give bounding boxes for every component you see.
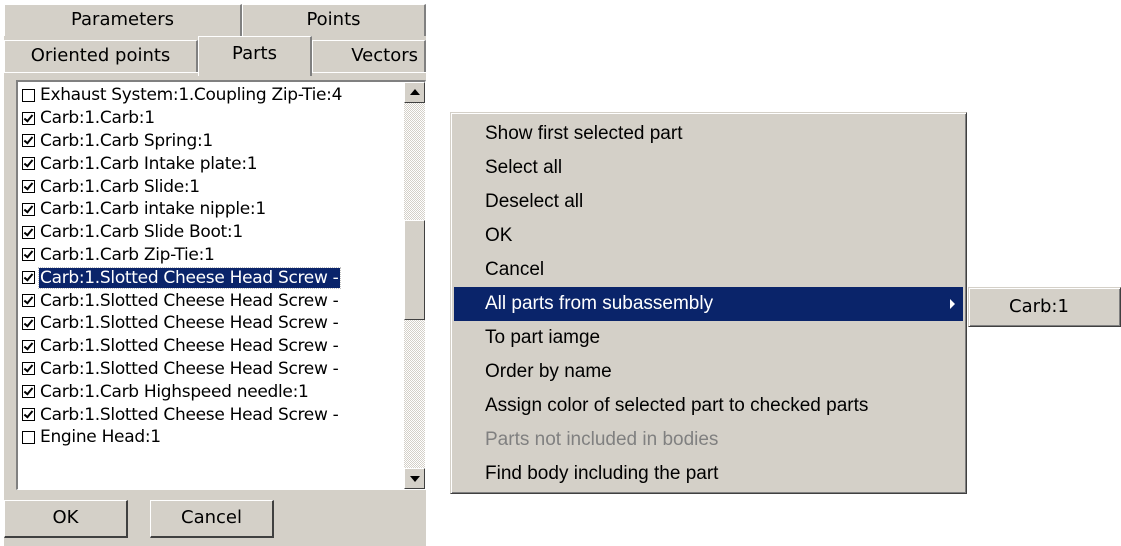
ok-button[interactable]: OK — [4, 500, 128, 538]
checkbox[interactable] — [22, 294, 35, 308]
list-item[interactable]: Carb:1.Slotted Cheese Head Screw - — [18, 335, 399, 358]
tab-baseline-left — [4, 72, 198, 73]
checkbox[interactable] — [22, 430, 35, 444]
parts-list-scrollbar[interactable] — [404, 82, 425, 489]
menu-item-label: Find body including the part — [485, 463, 719, 484]
list-item-label: Carb:1.Carb Slide:1 — [40, 176, 200, 197]
list-item-label: Carb:1.Slotted Cheese Head Screw - — [38, 266, 341, 289]
parts-list: Exhaust System:1.Coupling Zip-Tie:4 Carb:… — [18, 84, 399, 449]
parts-listbox[interactable]: Exhaust System:1.Coupling Zip-Tie:4 Carb:… — [16, 80, 426, 490]
list-item[interactable]: Carb:1.Carb Spring:1 — [18, 130, 399, 153]
tab-baseline-right — [312, 72, 426, 73]
menu-item-label: Select all — [485, 157, 563, 178]
menu-item[interactable]: Select all — [454, 151, 963, 185]
menu-item[interactable]: Cancel — [454, 253, 963, 287]
checkbox[interactable] — [22, 408, 35, 422]
checkbox[interactable] — [22, 271, 35, 285]
tab-parts-label: Parts — [232, 43, 277, 64]
cancel-button[interactable]: Cancel — [150, 500, 274, 538]
tab-parameters[interactable]: Parameters — [4, 4, 242, 36]
list-item-label: Carb:1.Slotted Cheese Head Screw - — [40, 336, 339, 357]
list-item[interactable]: Exhaust System:1.Coupling Zip-Tie:4 — [18, 84, 399, 107]
menu-item-label: Cancel — [485, 259, 545, 280]
list-item[interactable]: Carb:1.Carb Slide Boot:1 — [18, 221, 399, 244]
list-item[interactable]: Carb:1.Slotted Cheese Head Screw - — [18, 403, 399, 426]
list-item[interactable]: Engine Head:1 — [18, 426, 399, 449]
list-item[interactable]: Carb:1.Carb Slide:1 — [18, 175, 399, 198]
checkbox[interactable] — [22, 362, 35, 376]
tab-vectors[interactable]: Vectors — [312, 40, 426, 72]
list-item[interactable]: Carb:1.Slotted Cheese Head Screw - — [18, 312, 399, 335]
tab-points[interactable]: Points — [242, 4, 426, 36]
list-item-label: Engine Head:1 — [40, 427, 161, 448]
checkbox[interactable] — [22, 88, 35, 102]
menu-item: Parts not included in bodies — [454, 423, 963, 457]
menu-item-label: Show first selected part — [485, 123, 683, 144]
menu-item[interactable]: All parts from subassembly — [454, 287, 963, 321]
list-item-label: Carb:1.Slotted Cheese Head Screw - — [40, 404, 339, 425]
menu-item[interactable]: OK — [454, 219, 963, 253]
tab-oriented-points[interactable]: Oriented points — [4, 40, 198, 72]
menu-item-label: All parts from subassembly — [485, 293, 714, 314]
tab-vectors-label: Vectors — [351, 45, 418, 66]
scroll-up-button[interactable] — [404, 82, 425, 103]
tab-parts[interactable]: Parts — [198, 36, 312, 76]
menu-item-label: Assign color of selected part to checked… — [485, 395, 869, 416]
arrow-up-icon — [410, 89, 420, 95]
arrow-down-icon — [410, 476, 420, 482]
list-item-label: Carb:1.Carb:1 — [40, 108, 155, 129]
list-item[interactable]: Carb:1.Slotted Cheese Head Screw - — [18, 266, 399, 289]
list-item[interactable]: Carb:1.Slotted Cheese Head Screw - — [18, 289, 399, 312]
checkbox[interactable] — [22, 157, 35, 171]
menu-item[interactable]: To part iamge — [454, 321, 963, 355]
list-item-label: Carb:1.Slotted Cheese Head Screw - — [40, 358, 339, 379]
checkbox[interactable] — [22, 385, 35, 399]
submenu-arrow-icon — [950, 299, 955, 309]
parts-dialog: Parameters Points Oriented points Parts … — [4, 4, 426, 546]
menu-item-label: Deselect all — [485, 191, 584, 212]
checkbox[interactable] — [22, 202, 35, 216]
menu-item[interactable]: Show first selected part — [454, 117, 963, 151]
menu-item[interactable]: Assign color of selected part to checked… — [454, 389, 963, 423]
list-item-label: Carb:1.Carb Slide Boot:1 — [40, 222, 243, 243]
menu-item[interactable]: Order by name — [454, 355, 963, 389]
checkbox[interactable] — [22, 316, 35, 330]
checkbox[interactable] — [22, 225, 35, 239]
menu-item-label: Parts not included in bodies — [485, 429, 719, 450]
list-item-label: Carb:1.Carb Intake plate:1 — [40, 153, 258, 174]
list-item[interactable]: Carb:1.Carb Highspeed needle:1 — [18, 380, 399, 403]
list-item[interactable]: Carb:1.Carb:1 — [18, 107, 399, 130]
tab-oriented-points-label: Oriented points — [30, 45, 171, 66]
list-item-label: Carb:1.Slotted Cheese Head Screw - — [40, 290, 339, 311]
submenu-item-carb[interactable]: Carb:1 — [1009, 288, 1069, 326]
tab-parameters-label: Parameters — [70, 9, 175, 30]
list-item-label: Exhaust System:1.Coupling Zip-Tie:4 — [40, 85, 343, 106]
list-item[interactable]: Carb:1.Carb intake nipple:1 — [18, 198, 399, 221]
menu-item[interactable]: Find body including the part — [454, 457, 963, 491]
context-menu: Show first selected part Select all Desele… — [450, 112, 967, 494]
list-item-label: Carb:1.Carb Highspeed needle:1 — [40, 381, 309, 402]
menu-item-label: To part iamge — [485, 327, 601, 348]
list-item[interactable]: Carb:1.Carb Intake plate:1 — [18, 152, 399, 175]
subassembly-submenu: Carb:1 — [968, 287, 1121, 327]
checkbox[interactable] — [22, 180, 35, 194]
menu-item[interactable]: Deselect all — [454, 185, 963, 219]
menu-item-label: Order by name — [485, 361, 612, 382]
checkbox[interactable] — [22, 134, 35, 148]
list-item[interactable]: Carb:1.Carb Zip-Tie:1 — [18, 244, 399, 267]
menu-item-label: OK — [485, 225, 513, 246]
list-item[interactable]: Carb:1.Slotted Cheese Head Screw - — [18, 358, 399, 381]
checkbox[interactable] — [22, 111, 35, 125]
checkbox[interactable] — [22, 248, 35, 262]
list-item-label: Carb:1.Carb Zip-Tie:1 — [40, 244, 215, 265]
checkbox[interactable] — [22, 339, 35, 353]
list-item-label: Carb:1.Carb intake nipple:1 — [40, 199, 266, 220]
list-item-label: Carb:1.Carb Spring:1 — [40, 130, 213, 151]
scroll-down-button[interactable] — [404, 468, 425, 489]
scroll-thumb[interactable] — [404, 220, 425, 320]
tab-points-label: Points — [306, 9, 361, 30]
list-item-label: Carb:1.Slotted Cheese Head Screw - — [40, 313, 339, 334]
